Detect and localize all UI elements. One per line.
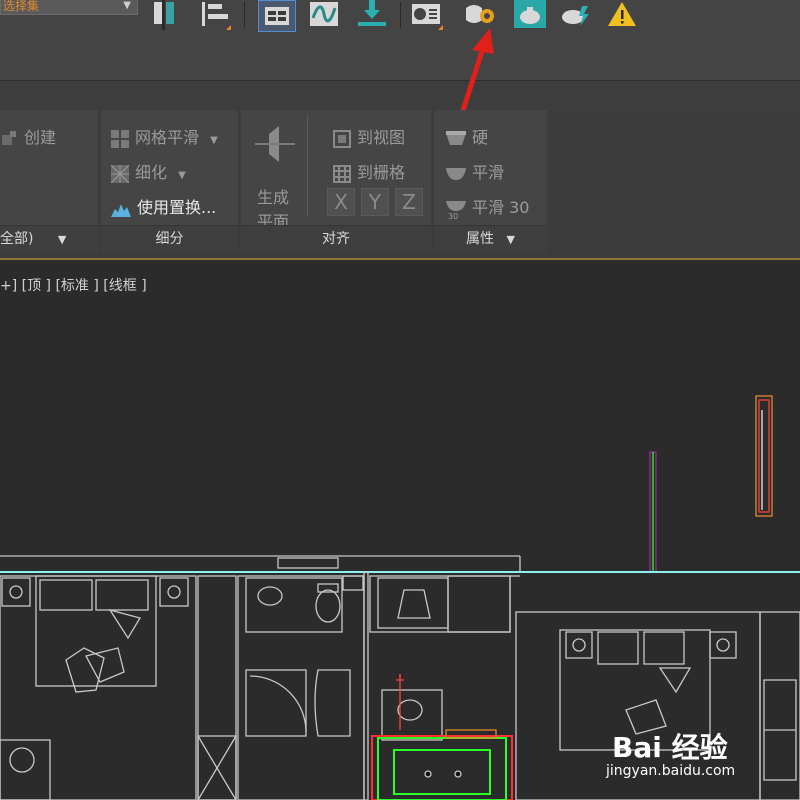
warning-button[interactable] <box>604 0 640 30</box>
align-x-button[interactable]: X <box>327 188 355 216</box>
render-frame-icon <box>154 0 174 30</box>
render-iterative-button[interactable] <box>558 0 594 30</box>
curve-editor-icon <box>310 2 338 26</box>
toolbar-strip <box>0 38 800 80</box>
chevron-down-icon: ▼ <box>506 233 515 246</box>
chevron-down-icon: ▼ <box>123 0 131 11</box>
mesh-grid-icon <box>111 129 129 148</box>
tessellate-icon <box>111 164 129 183</box>
panel-properties: 硬 平滑 30 平滑 30 属性 ▼ <box>434 110 547 252</box>
panel1-footer[interactable]: 全部) ▼ <box>0 225 98 252</box>
generate-plane-label-1: 生成 <box>257 188 290 207</box>
warning-icon <box>608 2 636 26</box>
mesh-smooth-label: 网格平滑 <box>135 128 200 147</box>
mesh-smooth-button[interactable]: 网格平滑 ▼ <box>111 124 218 148</box>
to-view-label: 到视图 <box>357 128 406 147</box>
chevron-down-icon: ▼ <box>57 233 67 246</box>
to-grid-icon <box>333 164 351 183</box>
panel-create: 创建 全部) ▼ <box>0 110 98 252</box>
generate-plane-icon <box>255 126 295 162</box>
align-z-button[interactable]: Z <box>395 188 423 216</box>
floorplan-wireframe <box>0 395 800 800</box>
hard-edge-icon <box>446 130 466 145</box>
render-teapot-icon <box>514 0 546 28</box>
align-divider <box>307 116 308 216</box>
curve-editor-button[interactable] <box>306 0 342 30</box>
hard-button[interactable]: 硬 <box>446 124 488 148</box>
save-icon <box>358 0 386 26</box>
watermark-brand: Bai 经验 <box>612 731 728 764</box>
schematic-view-button[interactable] <box>258 0 296 32</box>
hard-label: 硬 <box>472 128 489 147</box>
generate-plane-button[interactable]: 生成 平面 <box>249 120 297 231</box>
watermark-url: jingyan.baidu.com <box>606 763 736 779</box>
ribbon-tab-strip <box>0 80 800 111</box>
smooth-edge-icon <box>446 167 466 180</box>
panel-subdivision: 网格平滑 ▼ 细化 ▼ 使用置换... 细分 <box>101 110 238 252</box>
render-iterative-icon <box>562 6 589 26</box>
use-displacement-button[interactable]: 使用置换... <box>111 194 216 218</box>
to-grid-button[interactable]: 到栅格 <box>333 159 405 183</box>
properties-footer[interactable]: 属性 ▼ <box>434 225 547 252</box>
render-frame-button[interactable] <box>148 0 184 30</box>
create-icon <box>2 130 16 145</box>
tessellate-button[interactable]: 细化 ▼ <box>111 159 186 183</box>
smooth-30-icon: 30 <box>446 200 466 219</box>
main-toolbar: 选择集 ▼ <box>0 0 800 38</box>
to-grid-label: 到栅格 <box>357 163 406 182</box>
create-button[interactable]: 创建 <box>2 124 56 148</box>
smooth-30-button[interactable]: 30 平滑 30 <box>446 194 529 219</box>
to-view-button[interactable]: 到视图 <box>333 124 405 148</box>
subdivision-footer: 细分 <box>101 225 238 252</box>
panel-align: 生成 平面 到视图 到栅格 X Y Z 对齐 <box>241 110 431 252</box>
save-button[interactable] <box>354 0 390 30</box>
render-production-button[interactable] <box>512 0 548 30</box>
schematic-icon <box>265 7 289 25</box>
selection-set-value: 选择集 <box>3 0 40 13</box>
ribbon: 创建 全部) ▼ 网格平滑 ▼ 细化 ▼ 使用置换... 细分 生成 平面 到视… <box>0 110 800 258</box>
create-label: 创建 <box>24 128 57 147</box>
panel1-footer-label: 全部) <box>0 231 34 247</box>
tessellate-label: 细化 <box>135 163 168 182</box>
use-displacement-label: 使用置换... <box>137 198 217 217</box>
displacement-icon <box>111 203 131 217</box>
chevron-down-icon: ▼ <box>210 135 218 146</box>
svg-text:30: 30 <box>448 212 458 219</box>
to-view-icon <box>333 129 351 148</box>
chevron-down-icon: ▼ <box>178 170 186 181</box>
align-y-button[interactable]: Y <box>361 188 389 216</box>
align-button[interactable] <box>196 0 232 30</box>
selection-set-dropdown[interactable]: 选择集 ▼ <box>0 0 138 15</box>
material-editor-button[interactable] <box>408 0 444 30</box>
properties-footer-label: 属性 <box>466 231 495 247</box>
smooth-label: 平滑 <box>472 163 505 182</box>
smooth-button[interactable]: 平滑 <box>446 159 504 183</box>
smooth-30-label: 平滑 30 <box>472 198 530 217</box>
align-footer: 对齐 <box>241 225 431 252</box>
